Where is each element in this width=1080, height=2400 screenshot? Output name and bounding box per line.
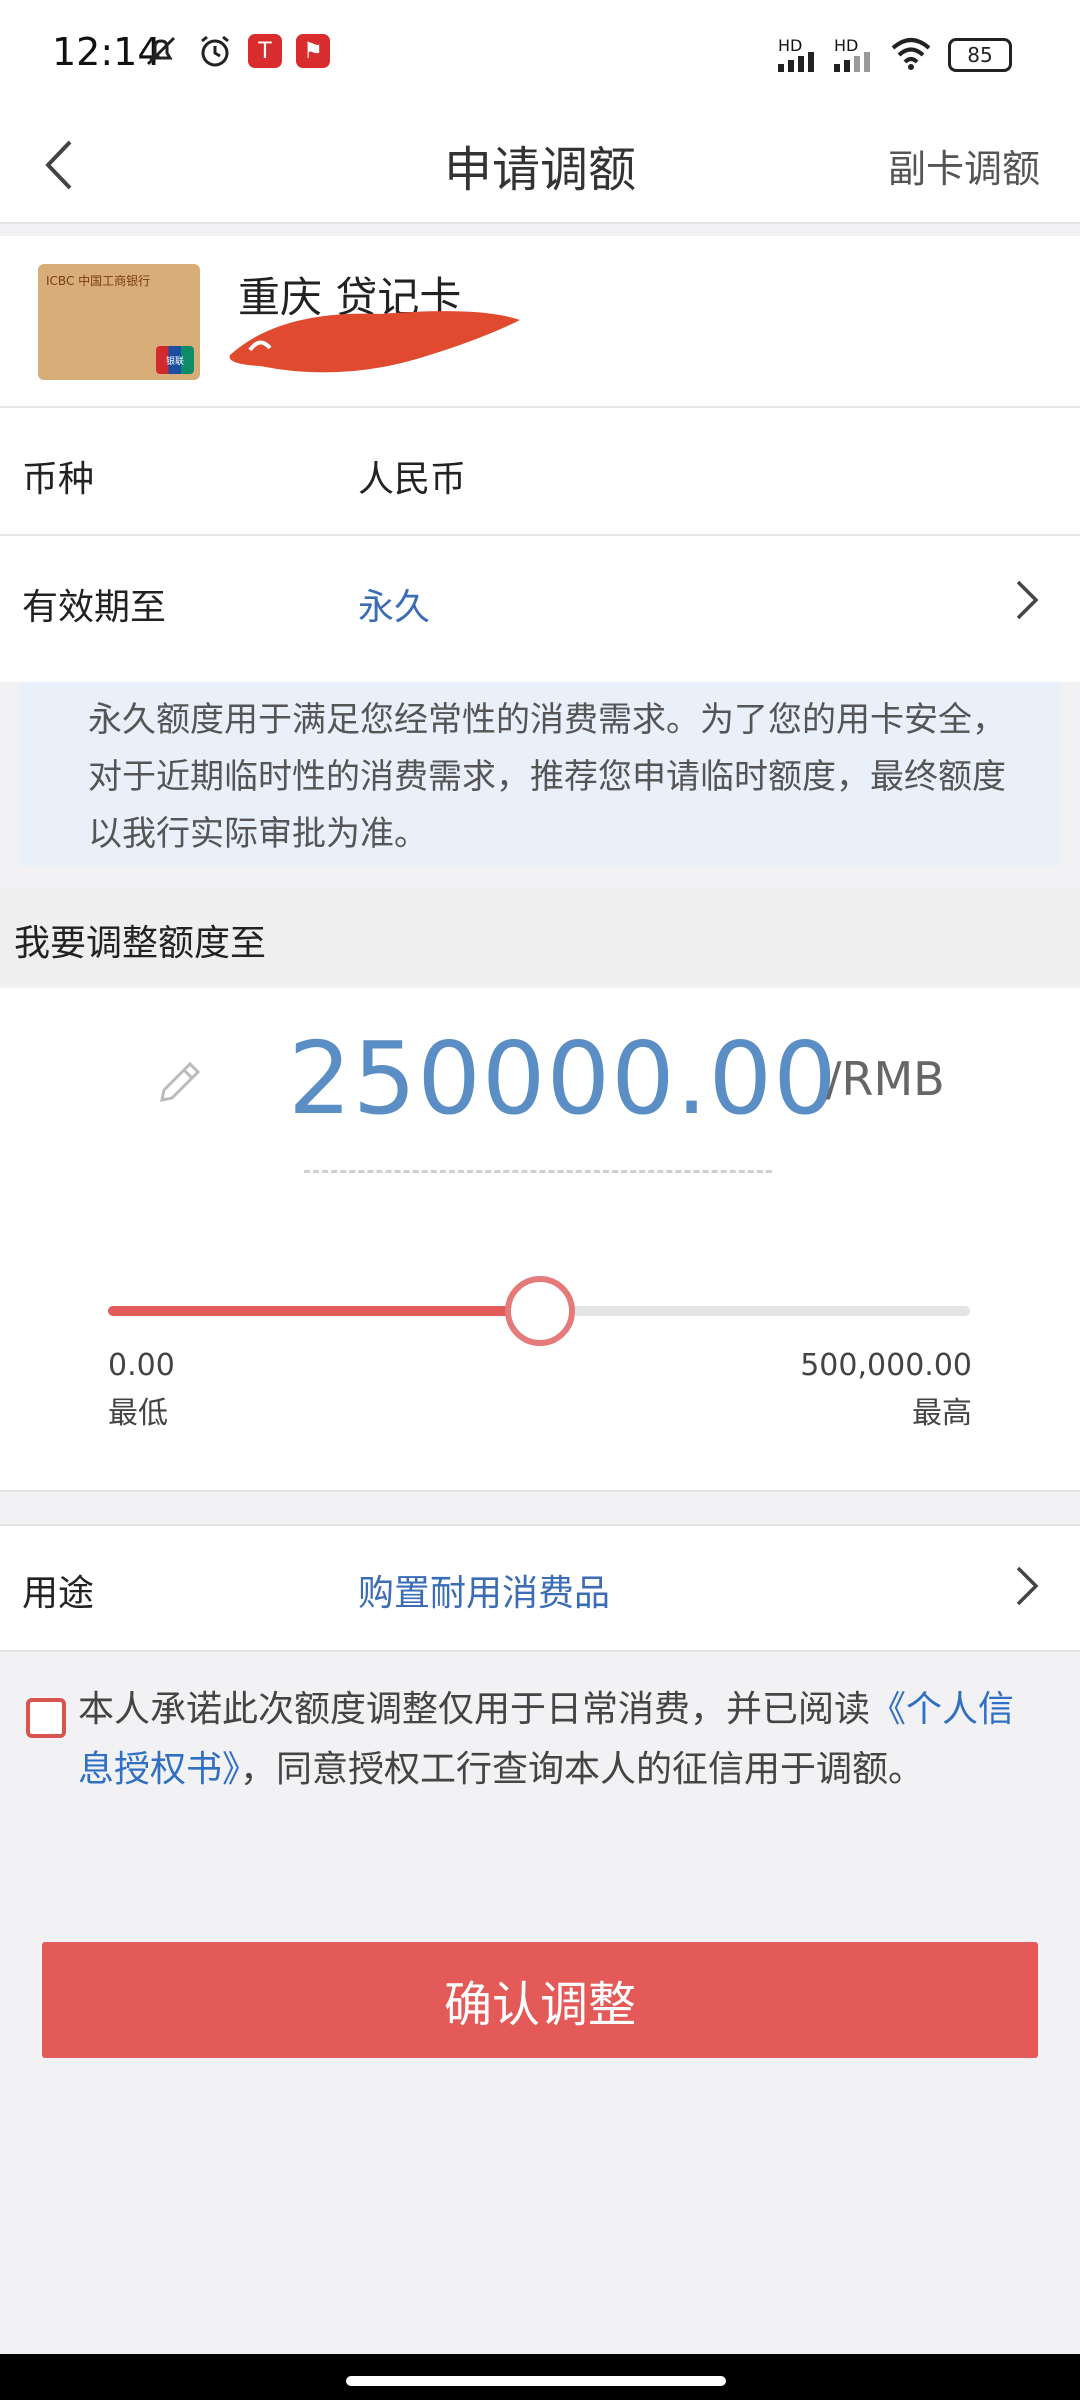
- redaction-scribble: [220, 300, 530, 380]
- adjust-section-header: 我要调整额度至: [0, 888, 1080, 986]
- wifi-icon: [890, 36, 932, 74]
- tesla-app-icon: T: [248, 34, 282, 68]
- confirm-button[interactable]: 确认调整: [42, 1942, 1038, 2058]
- agreement-text-before: 本人承诺此次额度调整仅用于日常消费，并已阅读: [78, 1689, 871, 1730]
- purpose-value: 购置耐用消费品: [358, 1573, 611, 1614]
- notice-text: 永久额度用于满足您经常性的消费需求。为了您的用卡安全，对于近期临时性的消费需求，…: [88, 700, 1006, 854]
- validity-label: 有效期至: [22, 587, 167, 628]
- currency-value: 人民币: [358, 459, 467, 500]
- min-label: 最低: [108, 1396, 168, 1431]
- agreement-section: 本人承诺此次额度调整仅用于日常消费，并已阅读《个人信息授权书》，同意授权工行查询…: [0, 1650, 1080, 1890]
- purpose-row[interactable]: 用途 购置耐用消费品: [0, 1524, 1080, 1652]
- currency-row: 币种 人民币: [0, 408, 1080, 536]
- mute-icon: [142, 32, 180, 70]
- agreement-checkbox[interactable]: [26, 1698, 66, 1738]
- chevron-right-icon: [1014, 578, 1040, 622]
- status-bar: 12:14 T ⚑ HD HD 85: [0, 0, 1080, 108]
- section-title: 我要调整额度至: [14, 923, 267, 964]
- amount-input[interactable]: 250000.00: [288, 1020, 838, 1137]
- limit-slider[interactable]: [108, 1276, 970, 1346]
- battery-indicator: 85: [948, 38, 1012, 72]
- navigation-bar: 申请调额 副卡调额: [0, 108, 1080, 224]
- card-info: ICBC 中国工商银行 银联 重庆 贷记卡: [0, 236, 1080, 408]
- app-notification-icon: ⚑: [296, 34, 330, 68]
- card-image: ICBC 中国工商银行 银联: [38, 264, 200, 380]
- pencil-icon[interactable]: [150, 1054, 208, 1112]
- purpose-label: 用途: [22, 1573, 95, 1614]
- max-value: 500,000.00: [800, 1348, 972, 1383]
- chevron-right-icon: [1014, 1564, 1040, 1608]
- card-brand-text: ICBC 中国工商银行: [46, 274, 151, 288]
- amount-unit: /RMB: [826, 1052, 945, 1106]
- validity-row[interactable]: 有效期至 永久: [0, 536, 1080, 682]
- supplementary-card-adjust-link[interactable]: 副卡调额: [888, 138, 1040, 193]
- signal-bars-1-icon: [778, 50, 824, 76]
- limit-notice: 永久额度用于满足您经常性的消费需求。为了您的用卡安全，对于近期临时性的消费需求，…: [20, 682, 1060, 866]
- max-label: 最高: [912, 1396, 972, 1431]
- alarm-icon: [196, 32, 234, 70]
- min-value: 0.00: [108, 1348, 175, 1383]
- agreement-text-after: ，同意授权工行查询本人的征信用于调额。: [240, 1749, 925, 1790]
- agreement-text: 本人承诺此次额度调整仅用于日常消费，并已阅读《个人信息授权书》，同意授权工行查询…: [78, 1680, 1018, 1800]
- amount-panel: 250000.00 /RMB 0.00 最低 500,000.00 最高: [0, 988, 1080, 1492]
- currency-label: 币种: [22, 459, 95, 500]
- home-indicator[interactable]: [346, 2376, 726, 2386]
- slider-thumb[interactable]: [505, 1276, 575, 1346]
- slider-fill: [108, 1306, 539, 1316]
- amount-underline: [304, 1170, 772, 1173]
- validity-value: 永久: [358, 587, 431, 628]
- signal-bars-2-icon: [834, 50, 880, 76]
- unionpay-logo: 银联: [156, 346, 194, 374]
